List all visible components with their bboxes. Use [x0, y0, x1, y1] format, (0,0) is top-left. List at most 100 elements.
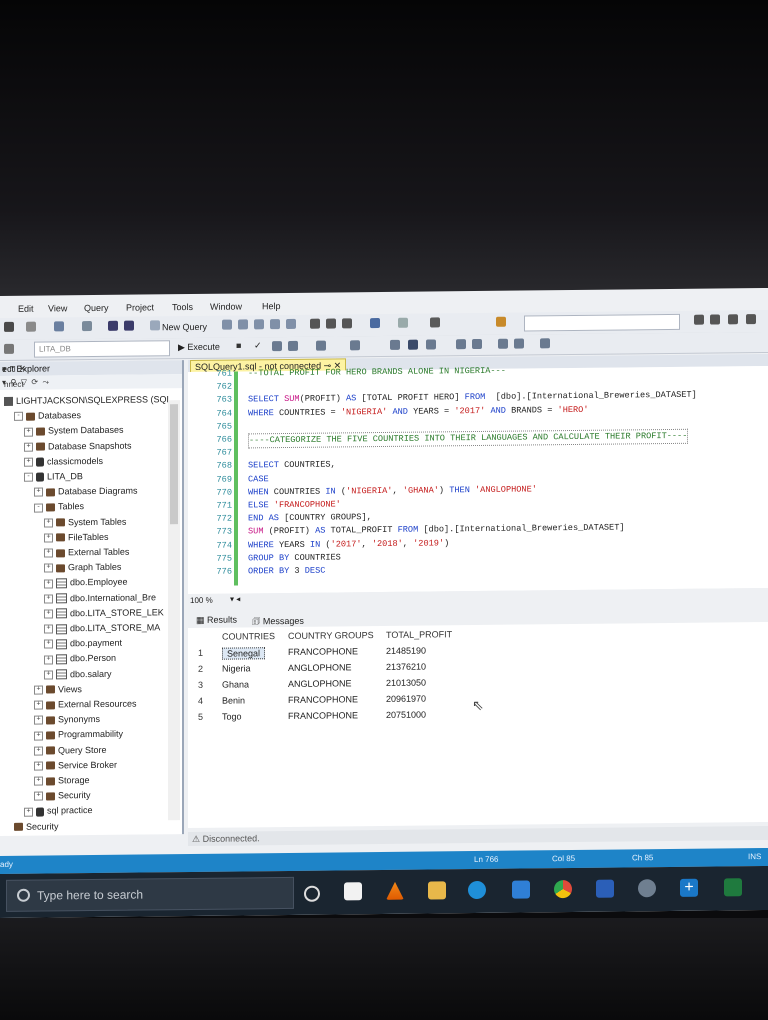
collapse-icon[interactable]: -: [14, 412, 23, 422]
find-icon[interactable]: [496, 316, 506, 327]
tree-item[interactable]: + dbo.Person: [44, 651, 116, 666]
expand-icon[interactable]: +: [44, 533, 53, 543]
grid-cell[interactable]: FRANCOPHONE: [288, 694, 358, 705]
paste-icon[interactable]: [342, 318, 352, 329]
expand-icon[interactable]: +: [44, 548, 53, 558]
menu-view[interactable]: View: [48, 303, 67, 313]
grid-cell[interactable]: ANGLOPHONE: [288, 678, 352, 689]
forward-icon[interactable]: [26, 321, 36, 332]
intellisense-icon[interactable]: [316, 340, 326, 351]
tree-item[interactable]: + dbo.Employee: [44, 575, 128, 590]
query-options-icon[interactable]: [288, 340, 298, 351]
search-toolbar-input[interactable]: [524, 313, 680, 332]
chrome-icon[interactable]: [554, 880, 572, 899]
grid-cell[interactable]: FRANCOPHONE: [288, 646, 358, 657]
open-icon[interactable]: [82, 321, 92, 332]
include-plan-icon[interactable]: [350, 340, 360, 351]
new-query-icon[interactable]: [150, 320, 160, 331]
copy-icon[interactable]: [326, 318, 336, 329]
tree-item[interactable]: + dbo.payment: [44, 636, 122, 651]
expand-icon[interactable]: +: [34, 685, 43, 695]
save-all-icon[interactable]: [124, 320, 134, 331]
stop-icon[interactable]: ■: [236, 340, 241, 350]
grid-cell[interactable]: 20961970: [386, 694, 426, 704]
cut-icon[interactable]: [310, 318, 320, 329]
query-type-icon[interactable]: [286, 318, 296, 330]
tree-item[interactable]: + System Tables: [44, 514, 126, 529]
new-query-button[interactable]: New Query: [162, 322, 207, 332]
connect-icon[interactable]: [4, 343, 14, 354]
grid-cell[interactable]: ANGLOPHONE: [288, 662, 352, 673]
parse-icon[interactable]: ✓: [254, 340, 262, 351]
plus-icon[interactable]: +: [680, 878, 698, 897]
menu-help[interactable]: Help: [262, 301, 281, 311]
specify-values-icon[interactable]: [540, 338, 550, 349]
grid-cell[interactable]: Benin: [222, 695, 245, 705]
tree-item[interactable]: Security: [14, 819, 59, 833]
vlc-icon[interactable]: [386, 882, 404, 900]
menu-edit[interactable]: Edit: [18, 304, 34, 314]
menu-window[interactable]: Window: [210, 301, 242, 311]
tree-item[interactable]: + Security: [34, 788, 91, 803]
expand-icon[interactable]: +: [44, 563, 53, 573]
indent-icon[interactable]: [498, 338, 508, 349]
taskbar-search-box[interactable]: Type here to search: [6, 876, 294, 912]
ssms-icon[interactable]: [638, 879, 656, 898]
row-number[interactable]: 5: [198, 712, 203, 722]
row-number[interactable]: 3: [198, 680, 203, 690]
tree-item[interactable]: - LITA_DB: [24, 469, 83, 484]
results-to-file-icon[interactable]: [426, 339, 436, 350]
row-number[interactable]: 1: [198, 648, 203, 658]
redo-icon[interactable]: [398, 317, 408, 328]
zoom-dropdown-icon[interactable]: ▾ ◂: [230, 594, 240, 603]
query-type-icon[interactable]: [254, 319, 264, 330]
zoom-level[interactable]: 100 %: [190, 596, 213, 605]
expand-icon[interactable]: +: [44, 518, 53, 528]
tree-item[interactable]: - Databases: [14, 408, 81, 423]
mail-icon[interactable]: [512, 880, 530, 899]
column-header[interactable]: COUNTRIES: [222, 631, 275, 642]
save-icon[interactable]: [108, 320, 118, 331]
back-icon[interactable]: [4, 321, 14, 332]
expand-icon[interactable]: +: [44, 594, 53, 604]
comment-icon[interactable]: [456, 339, 466, 350]
navigate-icon[interactable]: [430, 317, 440, 328]
expand-icon[interactable]: +: [34, 715, 43, 725]
tree-item[interactable]: + dbo.International_Bre: [44, 590, 156, 605]
uncomment-icon[interactable]: [472, 338, 482, 350]
tree-item[interactable]: + External Tables: [44, 545, 129, 560]
scrollbar-thumb[interactable]: [170, 404, 178, 525]
tree-item[interactable]: + FileTables: [44, 530, 109, 545]
tools-icon[interactable]: [710, 314, 720, 325]
query-type-icon[interactable]: [238, 319, 248, 330]
expand-icon[interactable]: +: [44, 609, 53, 619]
expand-icon[interactable]: +: [44, 654, 53, 665]
tree-item[interactable]: + System Databases: [24, 423, 124, 438]
outdent-icon[interactable]: [514, 338, 524, 349]
menu-project[interactable]: Project: [126, 302, 154, 312]
grid-cell[interactable]: Togo: [222, 711, 242, 721]
code-area[interactable]: 761 --TOTAL PROFIT FOR HERO BRANDS ALONE …: [188, 366, 768, 577]
expand-icon[interactable]: +: [24, 457, 33, 467]
tree-item[interactable]: + Database Snapshots: [24, 438, 132, 453]
row-number[interactable]: 2: [198, 664, 203, 674]
query-type-icon[interactable]: [270, 319, 280, 330]
tree-item[interactable]: LIGHTJACKSON\SQLEXPRESS (SQL: [4, 392, 172, 408]
menu-tools[interactable]: Tools: [172, 302, 193, 312]
expand-icon[interactable]: +: [24, 442, 33, 452]
tree-item[interactable]: + sql practice: [24, 803, 93, 818]
tree-item[interactable]: + Storage: [34, 773, 90, 788]
expand-icon[interactable]: +: [44, 670, 53, 680]
tree-item[interactable]: + Database Diagrams: [34, 484, 138, 499]
tree-item[interactable]: + Query Store: [34, 742, 107, 757]
expand-icon[interactable]: +: [34, 487, 43, 497]
execute-button[interactable]: ▶ Execute: [178, 342, 220, 353]
tree-item[interactable]: + Synonyms: [34, 712, 100, 727]
display-plan-icon[interactable]: [272, 341, 282, 352]
new-project-icon[interactable]: [54, 321, 64, 332]
window-icon[interactable]: [746, 314, 756, 325]
menu-query[interactable]: Query: [84, 303, 109, 313]
properties-icon[interactable]: [694, 314, 704, 325]
tree-item[interactable]: + Programmability: [34, 727, 123, 742]
grid-cell[interactable]: 20751000: [386, 710, 426, 720]
